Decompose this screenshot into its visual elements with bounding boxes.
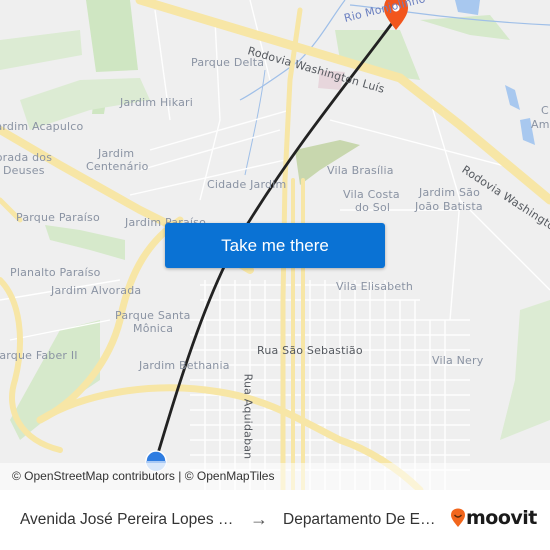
map-label-neighborhood: Jardim — [98, 147, 135, 160]
map-label-neighborhood: Parque Paraíso — [16, 211, 100, 224]
map-attribution[interactable]: © OpenStreetMap contributors | © OpenMap… — [0, 463, 550, 490]
map-label-neighborhood: Parque Santa — [115, 309, 191, 322]
map-label-neighborhood: Jardim Acapulco — [0, 120, 84, 133]
park-area — [295, 140, 360, 185]
map-label-neighborhood: do Sol — [355, 201, 391, 214]
map-label-neighborhood: Deuses — [3, 164, 45, 177]
map-label-neighborhood: C — [541, 104, 549, 117]
map-label-neighborhood: Mônica — [133, 322, 174, 335]
water — [455, 0, 480, 15]
park-area — [0, 30, 82, 70]
park-area — [500, 300, 550, 440]
destination-stop-name: Departamento De E… — [283, 511, 436, 528]
route-footer: Avenida José Pereira Lopes … → Departame… — [0, 490, 550, 550]
map-label-neighborhood: Vila Elisabeth — [336, 280, 414, 293]
take-me-there-button[interactable]: Take me there — [165, 223, 385, 268]
map-label-neighborhood: Am — [531, 118, 550, 131]
map-label-neighborhood: Vila Brasília — [327, 164, 394, 177]
map[interactable]: Rio Monjolinho Rodovia Washington Luís R… — [0, 0, 550, 490]
map-label-neighborhood: Jardim São — [419, 186, 481, 199]
map-label-neighborhood: Jardim Alvorada — [51, 284, 142, 297]
map-label-neighborhood: João Batista — [415, 200, 483, 213]
map-label-neighborhood: Parque Delta — [191, 56, 265, 69]
map-label-neighborhood: Vila Nery — [432, 354, 484, 367]
map-label-neighborhood: Cidade Jardim — [207, 178, 287, 191]
moovit-pin-icon — [451, 508, 465, 527]
origin-stop-name: Avenida José Pereira Lopes … — [20, 511, 234, 528]
map-label-neighborhood: Centenário — [86, 160, 149, 173]
arrow-right-icon: → — [250, 509, 268, 529]
map-label-neighborhood: Morada dos — [0, 151, 53, 164]
water — [505, 85, 520, 110]
map-label-street: Rua São Sebastião — [257, 344, 363, 357]
map-label-neighborhood: Vila Costa — [343, 188, 400, 201]
moovit-wordmark: moovit — [466, 507, 537, 529]
map-label-neighborhood: Jardim Hikari — [120, 96, 193, 109]
park-area — [86, 0, 138, 72]
moovit-logo: moovit — [450, 507, 537, 529]
park-area — [45, 225, 125, 260]
map-label-neighborhood: Planalto Paraíso — [10, 266, 101, 279]
map-label-street: Rua Aquidaban — [241, 373, 255, 460]
map-label-neighborhood: Parque Faber II — [0, 349, 78, 362]
map-label-neighborhood: Jardim Bethania — [139, 359, 230, 372]
